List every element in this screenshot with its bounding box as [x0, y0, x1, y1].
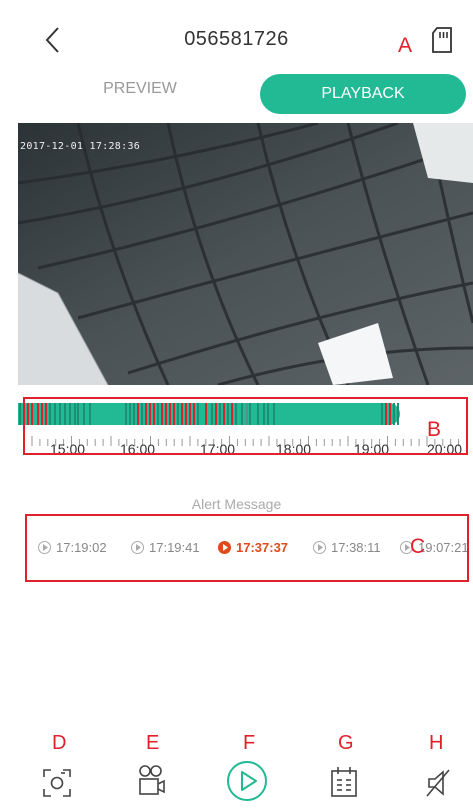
mute-button[interactable] [425, 768, 453, 803]
annotation-c: C [410, 535, 426, 558]
annotation-b: B [427, 418, 442, 441]
view-tabs: PREVIEW PLAYBACK [0, 74, 473, 116]
tab-playback[interactable]: PLAYBACK [260, 74, 466, 114]
play-circle-icon [227, 761, 267, 801]
ceiling-video-frame [18, 123, 473, 385]
annotation-g: G [338, 732, 354, 754]
video-timestamp: 2017-12-01 17:28:36 [20, 141, 141, 152]
calendar-button[interactable] [330, 766, 358, 803]
play-button[interactable] [226, 760, 268, 807]
calendar-icon [331, 767, 357, 797]
screenshot-button[interactable] [42, 768, 72, 803]
annotation-e: E [146, 732, 160, 754]
annotation-f: F [243, 732, 256, 754]
record-icon [139, 765, 165, 795]
record-button[interactable] [136, 764, 168, 803]
sd-card-button[interactable] [430, 26, 454, 54]
annotation-d: D [52, 732, 67, 754]
annotation-a: A [398, 34, 413, 57]
alert-message-title: Alert Message [191, 496, 282, 512]
annotation-box-b [23, 397, 468, 455]
sd-card-icon [432, 27, 452, 53]
mute-icon [426, 769, 450, 797]
screenshot-icon [43, 769, 71, 797]
video-player[interactable]: 2017-12-01 17:28:36 [18, 123, 473, 385]
annotation-box-c [25, 514, 469, 582]
annotation-h: H [429, 732, 444, 754]
tab-preview[interactable]: PREVIEW [90, 80, 190, 98]
header: 056581726 A [0, 0, 473, 70]
